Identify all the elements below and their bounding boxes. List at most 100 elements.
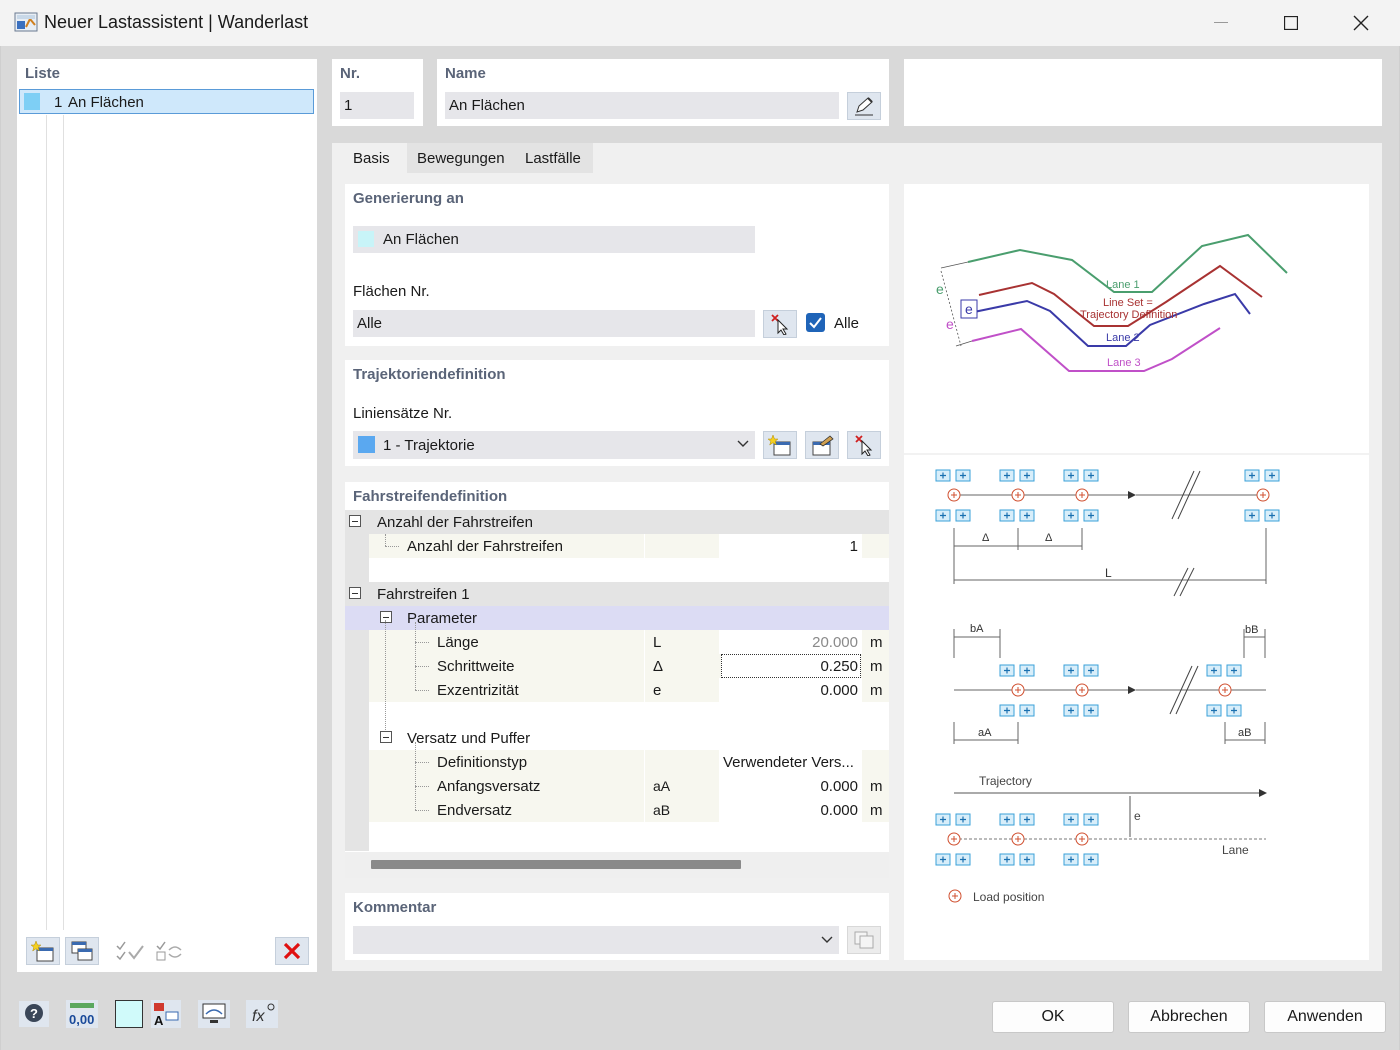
liniensaetze-select[interactable]: 1 - Trajektorie bbox=[353, 431, 755, 459]
lane-label: Lane bbox=[1222, 843, 1249, 857]
trajektorie-header: Trajektoriendefinition bbox=[353, 366, 506, 383]
tab-basis[interactable]: Basis bbox=[343, 143, 407, 173]
pick-cursor-icon bbox=[771, 314, 789, 335]
laenge-value[interactable]: 20.000 bbox=[719, 630, 862, 654]
nr-label: Nr. bbox=[340, 65, 361, 82]
definitionstyp-value[interactable]: Verwendeter Vers... bbox=[719, 750, 862, 774]
table-row-schrittweite: Schrittweite Δ 0.250 m bbox=[369, 654, 889, 678]
checklist-icon bbox=[116, 941, 144, 961]
maximize-button[interactable] bbox=[1256, 0, 1326, 46]
name-field[interactable]: An Flächen bbox=[445, 92, 839, 119]
new-item-button[interactable] bbox=[26, 937, 60, 965]
edit-name-button[interactable] bbox=[847, 92, 881, 120]
monitor-view-icon bbox=[198, 1000, 230, 1028]
minimize-button[interactable] bbox=[1186, 0, 1256, 46]
collapse-icon[interactable] bbox=[349, 515, 361, 527]
liniensaetze-label: Liniensätze Nr. bbox=[353, 405, 453, 422]
table-row: Anzahl der Fahrstreifen 1 bbox=[369, 534, 889, 558]
name-panel: Name An Flächen bbox=[437, 59, 889, 126]
kommentar-panel: Kommentar bbox=[345, 893, 889, 960]
close-window-button[interactable] bbox=[1326, 0, 1396, 46]
toggle-check-button[interactable] bbox=[153, 937, 187, 965]
delta-label-2: Δ bbox=[1045, 532, 1053, 544]
aA-label: aA bbox=[978, 727, 992, 739]
tree-group-versatz[interactable]: Versatz und Puffer bbox=[369, 726, 889, 750]
collapse-icon[interactable] bbox=[380, 611, 392, 623]
nr-field[interactable]: 1 bbox=[340, 92, 414, 119]
anfangsversatz-value[interactable]: 0.000 bbox=[719, 774, 862, 798]
edit-lineset-button[interactable] bbox=[805, 431, 839, 459]
svg-text:A: A bbox=[154, 1013, 164, 1028]
edit-window-icon bbox=[812, 435, 834, 456]
help-button[interactable]: ? bbox=[18, 1000, 50, 1028]
text-display-button[interactable]: A bbox=[150, 1000, 182, 1028]
alle-label: Alle bbox=[834, 315, 860, 332]
collapse-icon[interactable] bbox=[380, 731, 392, 743]
view-button[interactable] bbox=[198, 1000, 230, 1028]
ok-button[interactable]: OK bbox=[992, 1001, 1114, 1033]
item-name: An Flächen bbox=[68, 94, 144, 111]
lineset-label-1: Line Set = bbox=[1103, 297, 1153, 309]
tab-lastfaelle[interactable]: Lastfälle bbox=[515, 143, 593, 173]
chevron-down-icon bbox=[821, 936, 833, 943]
svg-text:0,00: 0,00 bbox=[69, 1012, 94, 1027]
table-row-laenge: Länge L 20.000 m bbox=[369, 630, 889, 654]
item-color-swatch bbox=[24, 93, 40, 110]
formula-button[interactable]: fx bbox=[246, 1000, 278, 1028]
liste-header: Liste bbox=[25, 65, 61, 82]
horizontal-scrollbar[interactable] bbox=[345, 852, 889, 878]
list-item[interactable]: 1 An Flächen bbox=[19, 89, 314, 114]
edit-pencil-icon bbox=[855, 97, 873, 116]
collapse-icon[interactable] bbox=[349, 587, 361, 599]
help-question-icon: ? bbox=[19, 1001, 49, 1027]
pick-flaechen-button[interactable] bbox=[763, 310, 797, 338]
diagram-panel: e e e Lane 1 Line Set = Trajectory Defin… bbox=[904, 184, 1369, 960]
item-nr: 1 bbox=[54, 94, 63, 111]
tab-bewegungen[interactable]: Bewegungen bbox=[407, 143, 515, 173]
cancel-button[interactable]: Abbrechen bbox=[1128, 1001, 1250, 1033]
fahrstreifen-panel: Fahrstreifendefinition Anzahl der Fahrst… bbox=[345, 482, 889, 878]
kommentar-header: Kommentar bbox=[353, 899, 437, 916]
color-toggle-button[interactable] bbox=[115, 1000, 143, 1028]
svg-text:?: ? bbox=[30, 1006, 38, 1021]
tree-group-parameter[interactable]: Parameter bbox=[345, 606, 889, 630]
copy-icon bbox=[854, 931, 874, 949]
delete-item-button[interactable] bbox=[275, 937, 309, 965]
lane1-label: Lane 1 bbox=[1106, 279, 1140, 291]
svg-text:fx: fx bbox=[252, 1008, 265, 1025]
decimals-button[interactable]: 0,00 bbox=[66, 1000, 98, 1028]
e-label-4: e bbox=[1134, 809, 1141, 823]
alle-checkbox[interactable] bbox=[806, 313, 825, 332]
tree-group-anzahl[interactable]: Anzahl der Fahrstreifen bbox=[345, 510, 889, 534]
endversatz-value[interactable]: 0.000 bbox=[719, 798, 862, 822]
formula-fx-icon: fx bbox=[246, 1000, 278, 1028]
chevron-down-icon bbox=[737, 440, 749, 447]
check-swap-icon bbox=[156, 941, 182, 961]
type-color-swatch bbox=[358, 231, 374, 247]
lane2-label: Lane 2 bbox=[1106, 332, 1140, 344]
flaechen-field[interactable]: Alle bbox=[353, 310, 755, 337]
lineset-color-swatch bbox=[358, 436, 375, 453]
kommentar-copy-button[interactable] bbox=[847, 926, 881, 954]
lane-definition-diagram: e e e Lane 1 Line Set = Trajectory Defin… bbox=[904, 233, 1369, 904]
tree-group-fahrstreifen-1[interactable]: Fahrstreifen 1 bbox=[345, 582, 889, 606]
generierung-type-field[interactable]: An Flächen bbox=[353, 226, 755, 253]
kommentar-select[interactable] bbox=[353, 926, 839, 954]
new-star-icon bbox=[768, 434, 791, 456]
apply-button[interactable]: Anwenden bbox=[1264, 1001, 1386, 1033]
bB-label: bB bbox=[1245, 624, 1258, 636]
new-lineset-button[interactable] bbox=[763, 431, 797, 459]
lane3-label: Lane 3 bbox=[1107, 357, 1141, 369]
anzahl-value[interactable]: 1 bbox=[719, 534, 862, 558]
scrollbar-thumb[interactable] bbox=[371, 860, 741, 869]
exzentrizitaet-value[interactable]: 0.000 bbox=[719, 678, 862, 702]
minimize-icon bbox=[1214, 22, 1228, 23]
pick-lineset-button[interactable] bbox=[847, 431, 881, 459]
window-title: Neuer Lastassistent | Wanderlast bbox=[44, 12, 309, 32]
nr-panel: Nr. 1 bbox=[332, 59, 423, 126]
empty-header-panel bbox=[904, 59, 1382, 126]
copy-item-button[interactable] bbox=[65, 937, 99, 965]
schrittweite-value[interactable]: 0.250 bbox=[719, 654, 862, 678]
check-all-button[interactable] bbox=[113, 937, 147, 965]
table-row-endversatz: Endversatz aB 0.000 m bbox=[369, 798, 889, 822]
